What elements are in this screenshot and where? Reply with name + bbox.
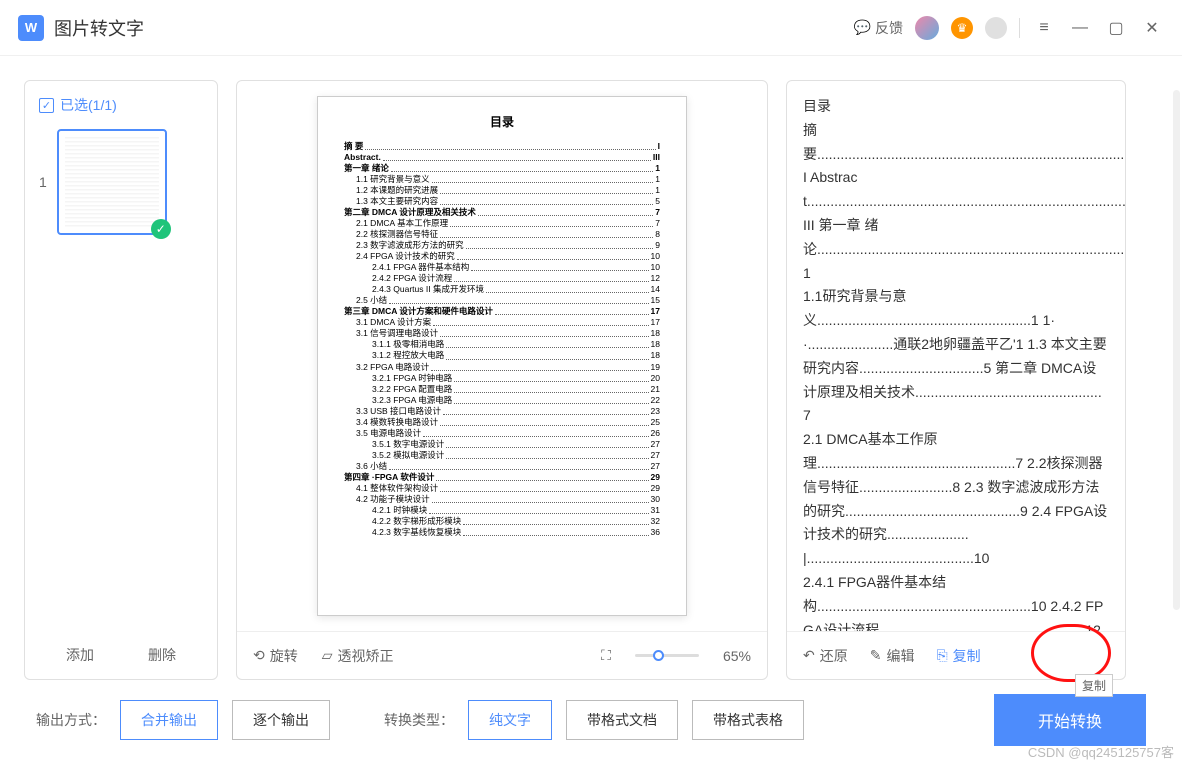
main-area: ✓ 已选(1/1) 1 ✓ 添加 删除 目录 摘 要IAbstract.III第… — [0, 56, 1182, 680]
toc-line: 4.2.3 数字基线恢复模块36 — [344, 527, 660, 538]
thumb-check-icon: ✓ — [151, 219, 171, 239]
document-page: 目录 摘 要IAbstract.III第一章 绪论11.1 研究背景与意义11.… — [317, 96, 687, 616]
toc-line: 3.1.1 极零相消电路18 — [344, 339, 660, 350]
bottom-bar: 输出方式： 合并输出 逐个输出 转换类型： 纯文字 带格式文档 带格式表格 开始… — [0, 680, 1182, 760]
toc-line: 3.5 电源电路设计26 — [344, 428, 660, 439]
result-panel: 目录 摘 要..................................… — [786, 80, 1126, 680]
copy-tooltip: 复制 — [1075, 674, 1113, 697]
menu-icon[interactable]: ≡ — [1032, 16, 1056, 40]
toc-line: 2.3 数字滤波成形方法的研究9 — [344, 240, 660, 251]
restore-icon: ↶ — [803, 647, 815, 664]
perspective-icon: ▱ — [322, 647, 333, 664]
scrollbar[interactable] — [1173, 90, 1180, 610]
toc-line: 3.4 模数转换电路设计25 — [344, 417, 660, 428]
toc-line: 3.3 USB 接口电路设计23 — [344, 406, 660, 417]
titlebar: W 图片转文字 💬 反馈 ♛ ≡ — ▢ ✕ — [0, 0, 1182, 56]
toc-line: 4.2.1 时钟模块31 — [344, 505, 660, 516]
toc-line: 3.5.2 模拟电源设计27 — [344, 450, 660, 461]
start-convert-button[interactable]: 开始转换 — [994, 694, 1146, 746]
toc-line: 1.3 本文主要研究内容5 — [344, 196, 660, 207]
toc-line: 3.1 信号调理电路设计18 — [344, 328, 660, 339]
toc-line: Abstract.III — [344, 152, 660, 163]
comment-icon: 💬 — [854, 19, 871, 36]
toc-line: 2.5 小结15 — [344, 295, 660, 306]
user-avatar[interactable] — [915, 16, 939, 40]
toc-line: 3.2.2 FPGA 配置电路21 — [344, 384, 660, 395]
rotate-icon: ⟲ — [253, 647, 265, 664]
thumb-preview — [65, 137, 159, 227]
toc-line: 3.2.1 FPGA 时钟电路20 — [344, 373, 660, 384]
preview-toolbar: ⟲ 旋转 ▱ 透视矫正 ⛶ 65% — [237, 631, 767, 679]
output-each-button[interactable]: 逐个输出 — [232, 700, 330, 740]
document-area[interactable]: 目录 摘 要IAbstract.III第一章 绪论11.1 研究背景与意义11.… — [237, 81, 767, 631]
result-toolbar: ↶ 还原 ✎ 编辑 ⎘ 复制 复制 — [787, 631, 1125, 679]
perspective-button[interactable]: ▱ 透视矫正 — [322, 646, 394, 666]
toc-line: 第二章 DMCA 设计原理及相关技术7 — [344, 207, 660, 218]
thumbnail-panel: ✓ 已选(1/1) 1 ✓ 添加 删除 — [24, 80, 218, 680]
fit-button[interactable]: ⛶ — [601, 647, 611, 664]
copy-icon: ⎘ — [936, 647, 947, 664]
close-button[interactable]: ✕ — [1140, 16, 1164, 40]
type-plain-button[interactable]: 纯文字 — [468, 700, 552, 740]
add-button[interactable]: 添加 — [66, 645, 94, 665]
toc-line: 2.4 FPGA 设计技术的研究10 — [344, 251, 660, 262]
output-merge-button[interactable]: 合并输出 — [120, 700, 218, 740]
toc-line: 3.2 FPGA 电路设计19 — [344, 362, 660, 373]
type-table-button[interactable]: 带格式表格 — [692, 700, 804, 740]
divider — [1019, 18, 1020, 38]
edit-icon: ✎ — [870, 647, 882, 664]
zoom-value: 65% — [723, 648, 751, 664]
toc-line: 4.2 功能子模块设计30 — [344, 494, 660, 505]
toc-line: 3.6 小结27 — [344, 461, 660, 472]
output-label: 输出方式： — [36, 710, 106, 730]
toc-line: 3.1 DMCA 设计方案17 — [344, 317, 660, 328]
ocr-text-area[interactable]: 目录 摘 要..................................… — [787, 81, 1125, 631]
toc-line: 4.1 整体软件架构设计29 — [344, 483, 660, 494]
thumb-number: 1 — [39, 174, 47, 190]
delete-button[interactable]: 删除 — [148, 645, 176, 665]
restore-button[interactable]: ↶ 还原 — [803, 646, 848, 666]
service-icon[interactable] — [985, 17, 1007, 39]
vip-badge-icon[interactable]: ♛ — [951, 17, 973, 39]
toc-line: 第三章 DMCA 设计方案和硬件电路设计17 — [344, 306, 660, 317]
toc-line: 4.2.2 数字梯形成形模块32 — [344, 516, 660, 527]
type-formatted-button[interactable]: 带格式文档 — [566, 700, 678, 740]
maximize-button[interactable]: ▢ — [1104, 16, 1128, 40]
app-logo-icon: W — [18, 15, 44, 41]
toc-line: 3.2.3 FPGA 电源电路22 — [344, 395, 660, 406]
copy-button[interactable]: ⎘ 复制 — [936, 646, 980, 666]
select-all-row[interactable]: ✓ 已选(1/1) — [39, 95, 203, 115]
toc-line: 2.4.3 Quartus II 集成开发环境14 — [344, 284, 660, 295]
feedback-button[interactable]: 💬 反馈 — [854, 18, 903, 38]
watermark: CSDN @qq245125757客 — [1028, 742, 1174, 761]
minimize-button[interactable]: — — [1068, 16, 1092, 40]
edit-button[interactable]: ✎ 编辑 — [870, 646, 915, 666]
fit-icon: ⛶ — [601, 647, 611, 664]
zoom-slider[interactable] — [635, 654, 699, 657]
toc-line: 第四章 ·FPGA 软件设计29 — [344, 472, 660, 483]
toc-line: 1.1 研究背景与意义1 — [344, 174, 660, 185]
toc-line: 3.1.2 程控放大电路18 — [344, 350, 660, 361]
toc-line: 第一章 绪论1 — [344, 163, 660, 174]
toc-line: 2.4.1 FPGA 器件基本结构10 — [344, 262, 660, 273]
toc-line: 摘 要I — [344, 141, 660, 152]
toc-line: 3.5.1 数字电源设计27 — [344, 439, 660, 450]
app-title: 图片转文字 — [54, 15, 144, 41]
checkbox-icon[interactable]: ✓ — [39, 98, 54, 113]
type-label: 转换类型： — [384, 710, 454, 730]
toc-line: 2.4.2 FPGA 设计流程12 — [344, 273, 660, 284]
thumbnail[interactable]: ✓ — [57, 129, 167, 235]
preview-panel: 目录 摘 要IAbstract.III第一章 绪论11.1 研究背景与意义11.… — [236, 80, 768, 680]
rotate-button[interactable]: ⟲ 旋转 — [253, 646, 298, 666]
slider-thumb[interactable] — [653, 650, 664, 661]
toc-line: 1.2 本课题的研究进展1 — [344, 185, 660, 196]
doc-title: 目录 — [344, 115, 660, 131]
toc-line: 2.1 DMCA 基本工作原理7 — [344, 218, 660, 229]
toc-line: 2.2 核探测器信号特征8 — [344, 229, 660, 240]
